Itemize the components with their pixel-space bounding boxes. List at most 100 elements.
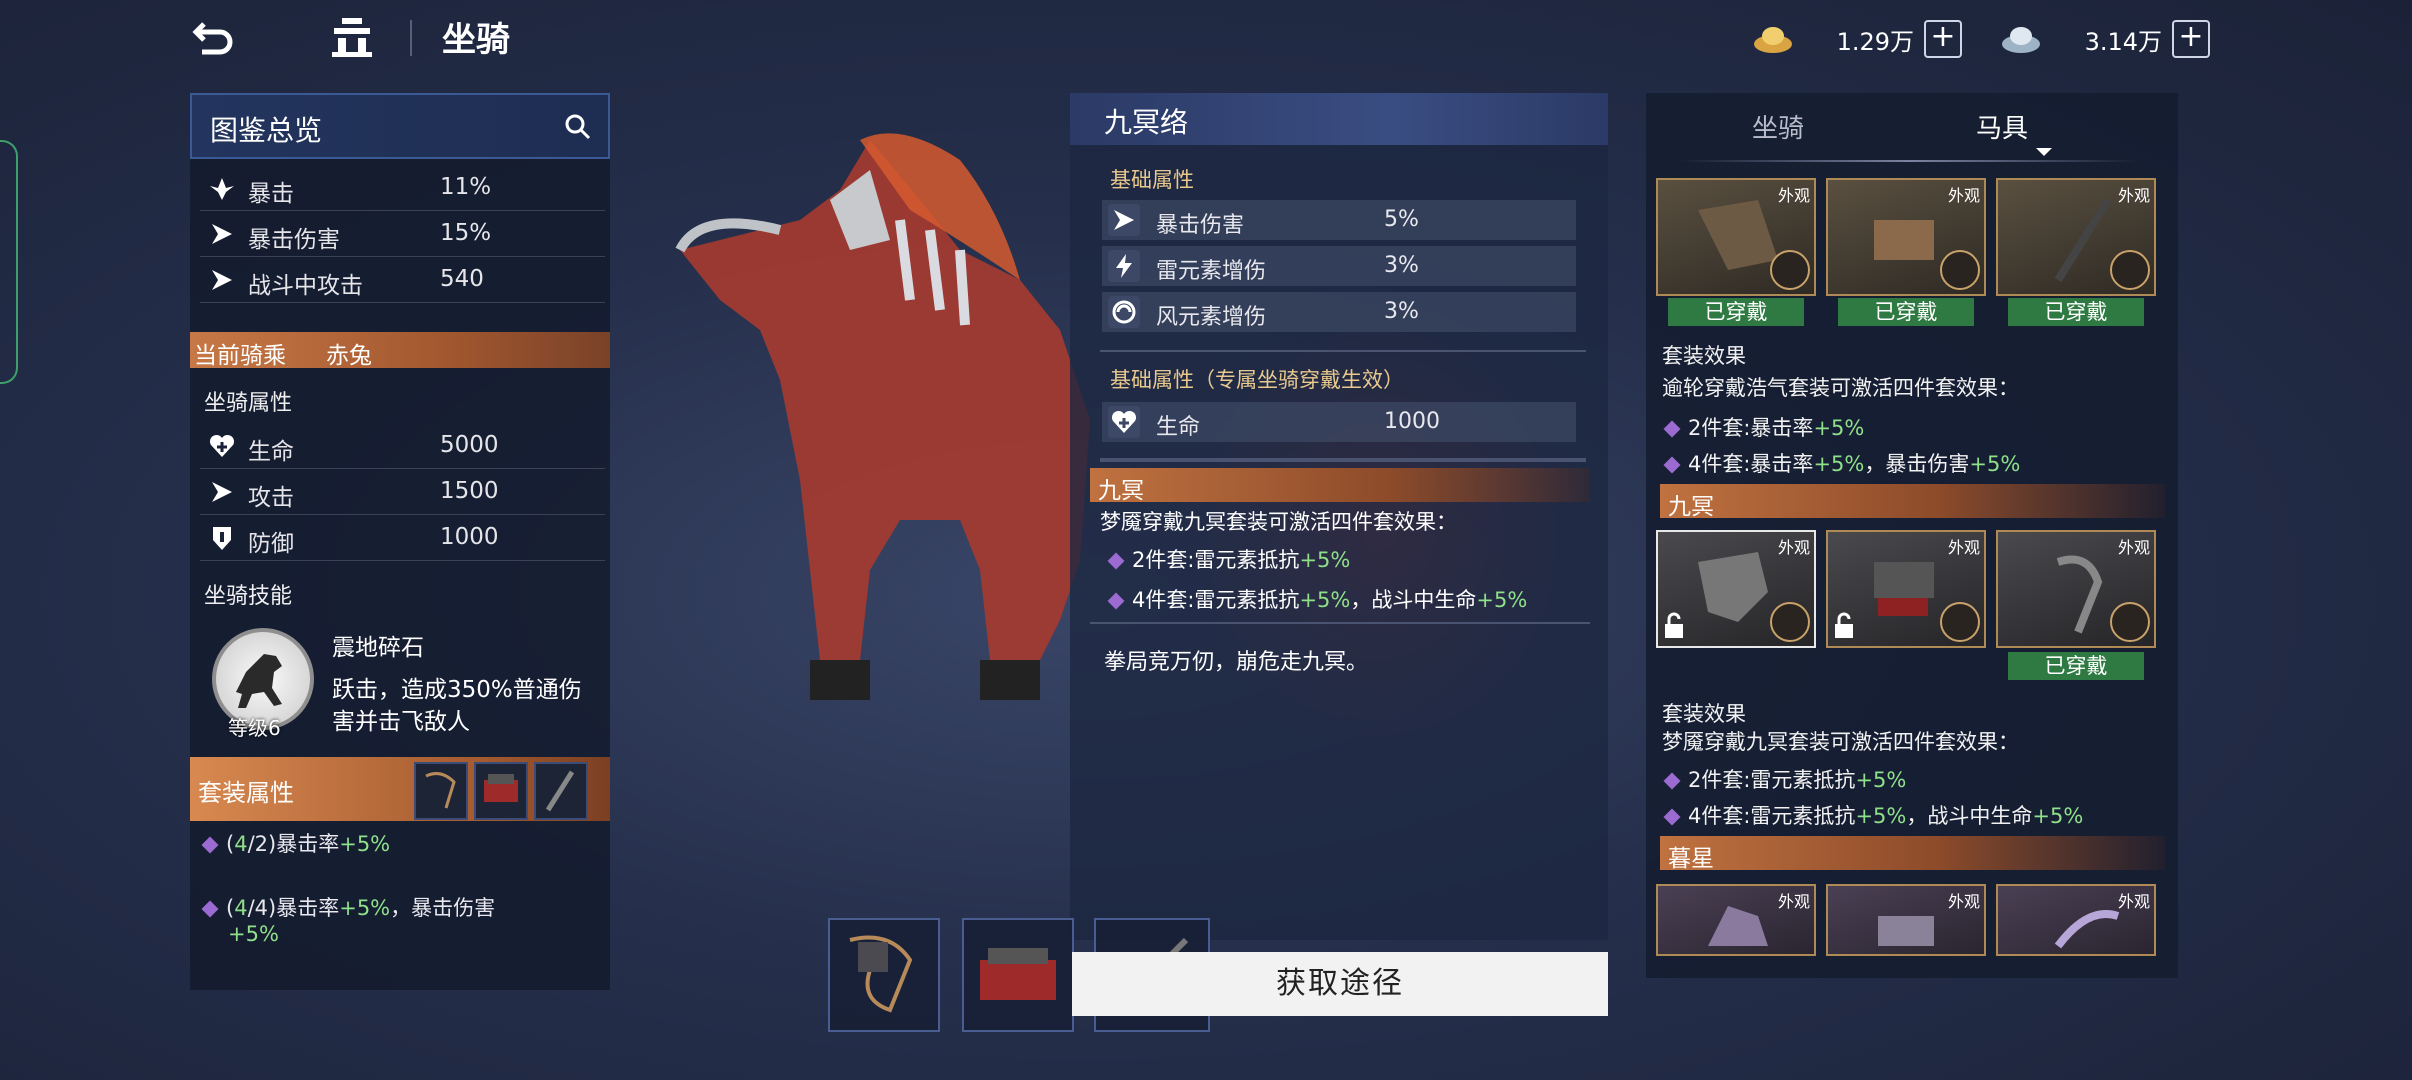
worn-badge: 已穿戴 — [2008, 652, 2144, 680]
defense-icon — [213, 527, 231, 550]
equip-slot-4[interactable]: 外观 — [1656, 530, 1816, 648]
overview-row-crit-damage: 暴击伤害 15% — [200, 212, 605, 257]
set-name: 九冥 — [1098, 478, 1144, 504]
equip-slot-5[interactable]: 外观 — [1826, 530, 1986, 648]
basic-attr-lightning: 雷元素增伤 3% — [1102, 246, 1576, 286]
gold-amount: 1.29万 — [1836, 27, 1914, 56]
set-bonus-2: (4/4)暴击率+5%，暴击伤害 — [201, 892, 495, 922]
saddle-icon — [484, 774, 518, 802]
silver-currency: 3.14万 + — [2000, 18, 2210, 60]
set-2-piece-bonus: 2件套:雷元素抵抗+5% — [1107, 544, 1350, 574]
set-effect-title: 套装效果 — [1662, 702, 1746, 726]
worn-badge: 已穿戴 — [1838, 298, 1974, 326]
stat-value: 5000 — [440, 432, 499, 458]
acquire-method-button[interactable]: 获取途径 — [1072, 952, 1608, 1016]
divider — [410, 20, 412, 56]
set2-2-piece-bonus: 2件套:雷元素抵抗+5% — [1663, 764, 1906, 794]
set-effect-title: 套装效果 — [1662, 344, 1746, 368]
health-icon — [209, 434, 235, 457]
diamond-bullet-icon — [1663, 808, 1681, 826]
set-piece-thumb-3[interactable] — [534, 762, 588, 820]
active-tab-indicator — [2036, 148, 2052, 156]
unlock-icon — [1665, 612, 1683, 638]
set-effect-description: 梦魇穿戴九冥套装可激活四件套效果： — [1662, 730, 2019, 754]
set-piece-thumb-2[interactable] — [474, 762, 528, 820]
set-section-bar: 九冥 — [1660, 484, 2165, 520]
skill-level: 等级6 — [228, 716, 281, 740]
home-button[interactable] — [328, 14, 378, 60]
diamond-bullet-icon — [201, 900, 219, 918]
tab-harness[interactable]: 马具 — [1976, 108, 2028, 145]
unlock-icon — [1835, 612, 1853, 638]
mount-attributes-title: 坐骑属性 — [204, 391, 293, 416]
page-title: 坐骑 — [442, 20, 510, 60]
item-detail-header: 九冥络 — [1070, 93, 1608, 145]
horse-head-badge-icon — [2110, 250, 2150, 290]
diamond-bullet-icon — [1107, 552, 1125, 570]
saddle-icon — [980, 948, 1056, 1000]
silver-amount: 3.14万 — [2084, 27, 2162, 56]
equip-slot-3[interactable]: 外观 — [1996, 178, 2156, 296]
search-icon[interactable] — [564, 113, 592, 141]
set-attributes-title: 套装属性 — [198, 779, 294, 807]
crit-damage-icon — [212, 224, 232, 244]
basic-attr-wind: 风元素增伤 3% — [1102, 292, 1576, 332]
stat-name: 暴击 — [248, 181, 294, 207]
add-silver-button[interactable]: + — [2172, 20, 2210, 58]
stat-value: 1000 — [440, 524, 499, 550]
equip-slot-9[interactable]: 外观 — [1996, 884, 2156, 956]
set-name-bar: 九冥 — [1090, 468, 1590, 504]
diamond-bullet-icon — [1107, 592, 1125, 610]
stat-value: 11% — [440, 174, 492, 200]
stat-name: 生命 — [248, 439, 294, 465]
preview-thumb-1[interactable] — [828, 918, 940, 1032]
lightning-icon — [1108, 250, 1140, 282]
skill-description-line1: 跃击，造成350%普通伤 — [332, 677, 582, 703]
set1-4-piece-bonus: 4件套:暴击率+5%，暴击伤害+5% — [1663, 448, 2020, 478]
equip-slot-2[interactable]: 外观 — [1826, 178, 1986, 296]
side-drawer-handle[interactable] — [0, 140, 18, 384]
horse-head-badge-icon — [1770, 250, 1810, 290]
mount-attr-defense: 防御 1000 — [200, 516, 605, 561]
crit-damage-icon — [1108, 204, 1140, 236]
codex-overview-header[interactable]: 图鉴总览 — [190, 93, 610, 159]
worn-badge: 已穿戴 — [1668, 298, 1804, 326]
stat-name: 攻击 — [248, 485, 294, 511]
skill-description-line2: 害并击飞敌人 — [332, 709, 470, 735]
worn-badge: 已穿戴 — [2008, 298, 2144, 326]
item-name: 九冥络 — [1104, 106, 1189, 139]
mount-skill-title: 坐骑技能 — [204, 584, 293, 609]
tab-mount[interactable]: 坐骑 — [1752, 108, 1804, 145]
flavor-text: 拳局竞万仞，崩危走九冥。 — [1104, 650, 1369, 675]
equip-slot-8[interactable]: 外观 — [1826, 884, 1986, 956]
bridle-icon — [425, 772, 456, 809]
equip-slot-1[interactable]: 外观 — [1656, 178, 1816, 296]
mount-attr-attack: 攻击 1500 — [200, 470, 605, 515]
diamond-bullet-icon — [1663, 772, 1681, 790]
stat-value: 15% — [440, 220, 492, 246]
divider — [1100, 458, 1586, 462]
crit-icon — [210, 178, 234, 200]
stat-value: 1500 — [440, 478, 499, 504]
divider — [1090, 622, 1590, 624]
preview-thumb-2[interactable] — [962, 918, 1074, 1032]
set-piece-thumb-1[interactable] — [414, 762, 468, 820]
set-effect-description: 逾轮穿戴浩气套装可激活四件套效果： — [1662, 376, 2019, 400]
codex-overview-title: 图鉴总览 — [210, 114, 323, 147]
current-mount-bar: 当前骑乘 赤兔 — [190, 332, 610, 369]
back-button[interactable] — [190, 14, 240, 60]
stat-name: 防御 — [248, 531, 294, 557]
diamond-bullet-icon — [1663, 456, 1681, 474]
attack-icon — [212, 482, 232, 502]
diamond-bullet-icon — [201, 836, 219, 854]
horse-head-badge-icon — [1770, 602, 1810, 642]
equip-slot-6[interactable]: 外观 — [1996, 530, 2156, 648]
current-mount-label: 当前骑乘 — [194, 343, 286, 369]
equip-slot-7[interactable]: 外观 — [1656, 884, 1816, 956]
set-description: 梦魇穿戴九冥套装可激活四件套效果： — [1100, 510, 1457, 534]
horse-head-badge-icon — [1940, 602, 1980, 642]
skill-name: 震地碎石 — [332, 635, 424, 661]
wind-icon — [1108, 296, 1140, 328]
add-gold-button[interactable]: + — [1924, 20, 1962, 58]
diamond-bullet-icon — [1663, 420, 1681, 438]
